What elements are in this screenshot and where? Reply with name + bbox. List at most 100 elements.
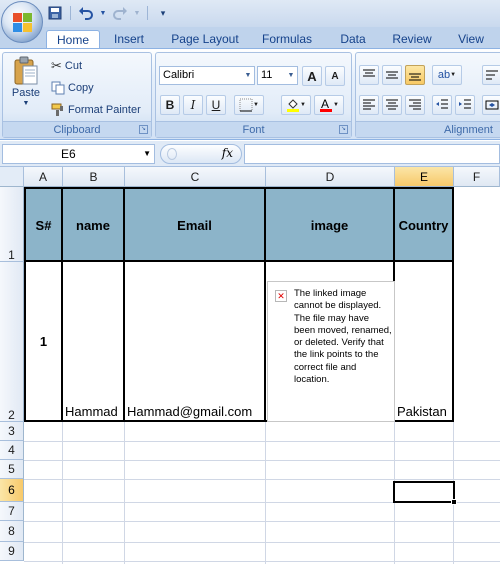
tab-page-layout[interactable]: Page Layout <box>164 30 246 49</box>
grow-font-button[interactable]: A <box>302 66 322 86</box>
cell-c1[interactable]: Email <box>125 187 266 262</box>
column-header-d[interactable]: D <box>266 167 395 187</box>
cell-a1[interactable]: S# <box>24 187 63 262</box>
fill-color-button[interactable]: ▼ <box>281 95 311 115</box>
scissors-icon: ✂ <box>51 58 62 73</box>
row-header-6[interactable]: 6 <box>0 479 24 502</box>
align-center-button[interactable] <box>382 95 402 115</box>
format-painter-icon <box>51 103 63 116</box>
redo-dropdown-icon[interactable]: ▼ <box>133 4 141 22</box>
fill-handle[interactable] <box>451 499 457 505</box>
font-size-value: 11 <box>261 69 273 81</box>
paste-icon <box>14 56 38 85</box>
orientation-button[interactable]: ab ▼ <box>432 65 462 85</box>
font-size-combo[interactable]: 11 ▼ <box>257 66 298 85</box>
row-header-7[interactable]: 7 <box>0 502 24 521</box>
underline-icon: U <box>211 98 221 112</box>
cell-c2[interactable]: Hammad@gmail.com <box>125 262 266 422</box>
wrap-text-icon <box>486 70 498 80</box>
underline-button[interactable]: U <box>206 95 226 115</box>
column-header-e[interactable]: E <box>395 167 454 187</box>
chevron-down-icon: ▼ <box>244 72 252 79</box>
align-left-button[interactable] <box>359 95 379 115</box>
row-header-9[interactable]: 9 <box>0 542 24 561</box>
format-painter-button[interactable]: Format Painter <box>51 103 141 117</box>
bold-button[interactable]: B <box>160 95 180 115</box>
increase-indent-icon <box>459 99 471 109</box>
undo-icon[interactable] <box>77 4 95 22</box>
grow-font-icon: A <box>307 68 317 84</box>
column-header-f[interactable]: F <box>454 167 500 187</box>
orientation-icon: ab <box>437 69 451 81</box>
copy-button[interactable]: Copy <box>51 81 94 95</box>
alignment-group: ab ▼ Alignment <box>355 52 500 138</box>
font-name-combo[interactable]: Calibri ▼ <box>159 66 255 85</box>
tab-review[interactable]: Review <box>384 30 440 49</box>
broken-linked-image[interactable]: ✕ The linked image cannot be displayed. … <box>267 281 395 422</box>
row-header-8[interactable]: 8 <box>0 521 24 542</box>
align-top-button[interactable] <box>359 65 379 85</box>
gridline <box>24 460 500 461</box>
chevron-down-icon: ▼ <box>333 102 339 108</box>
tab-home[interactable]: Home <box>46 30 100 50</box>
cell-e2[interactable]: Pakistan <box>395 262 454 422</box>
align-right-icon <box>409 99 421 110</box>
shrink-font-button[interactable]: A <box>325 66 345 86</box>
copy-icon <box>51 81 65 95</box>
worksheet-grid[interactable]: A B C D E F 1 2 3 4 5 6 7 8 9 S# name Em… <box>0 167 500 564</box>
borders-button[interactable]: ▼ <box>234 95 264 115</box>
row-header-5[interactable]: 5 <box>0 460 24 479</box>
column-header-b[interactable]: B <box>63 167 125 187</box>
tab-insert[interactable]: Insert <box>105 30 153 49</box>
column-header-a[interactable]: A <box>24 167 63 187</box>
cell-b2[interactable]: Hammad <box>63 262 125 422</box>
borders-icon <box>239 98 253 112</box>
row-header-1[interactable]: 1 <box>0 187 24 262</box>
name-box-value: E6 <box>61 147 76 161</box>
font-color-button[interactable]: A ▼ <box>314 95 344 115</box>
clipboard-group: Paste ▼ ✂ Cut Copy Format Painter Clipbo… <box>2 52 152 138</box>
row-header-4[interactable]: 4 <box>0 441 24 460</box>
gridline <box>24 521 500 522</box>
tab-data[interactable]: Data <box>332 30 374 49</box>
cell-b2-value: Hammad <box>65 404 118 419</box>
save-icon[interactable] <box>46 4 64 22</box>
undo-dropdown-icon[interactable]: ▼ <box>99 4 107 22</box>
select-all-button[interactable] <box>0 167 24 187</box>
dialog-launcher-icon[interactable]: ↘ <box>339 125 348 134</box>
name-box[interactable]: E6 ▼ <box>2 144 155 164</box>
align-right-button[interactable] <box>405 95 425 115</box>
merge-center-button[interactable] <box>482 95 500 115</box>
insert-function-icon[interactable]: fx <box>222 146 233 160</box>
row-header-2[interactable]: 2 <box>0 262 24 422</box>
qat-separator <box>70 6 71 20</box>
cell-b1[interactable]: name <box>63 187 125 262</box>
italic-button[interactable]: I <box>183 95 203 115</box>
dialog-launcher-icon[interactable]: ↘ <box>139 125 148 134</box>
formula-bar-grip-icon <box>167 148 177 160</box>
column-header-c[interactable]: C <box>125 167 266 187</box>
increase-indent-button[interactable] <box>455 95 475 115</box>
cell-d1[interactable]: image <box>266 187 395 262</box>
title-bar: ▼ ▼ ▾ <box>0 0 500 27</box>
wrap-text-button[interactable] <box>482 65 500 85</box>
office-button[interactable] <box>1 1 43 43</box>
decrease-indent-icon <box>436 99 448 109</box>
tab-formulas[interactable]: Formulas <box>254 30 320 49</box>
format-painter-label: Format Painter <box>68 104 141 116</box>
align-bottom-button[interactable] <box>405 65 425 85</box>
tab-view[interactable]: View <box>450 30 492 49</box>
redo-icon[interactable] <box>111 4 129 22</box>
decrease-indent-button[interactable] <box>432 95 452 115</box>
active-cell-e6[interactable] <box>393 481 457 505</box>
cut-button[interactable]: ✂ Cut <box>51 58 82 74</box>
formula-bar: E6 ▼ fx <box>0 141 500 167</box>
paste-button[interactable]: Paste ▼ <box>6 56 46 107</box>
row-header-3[interactable]: 3 <box>0 422 24 441</box>
cell-e1[interactable]: Country <box>395 187 454 262</box>
customize-icon[interactable]: ▾ <box>154 4 172 22</box>
formula-input[interactable] <box>244 144 500 164</box>
align-middle-button[interactable] <box>382 65 402 85</box>
chevron-down-icon: ▼ <box>287 72 295 79</box>
cell-a2[interactable]: 1 <box>24 262 63 422</box>
